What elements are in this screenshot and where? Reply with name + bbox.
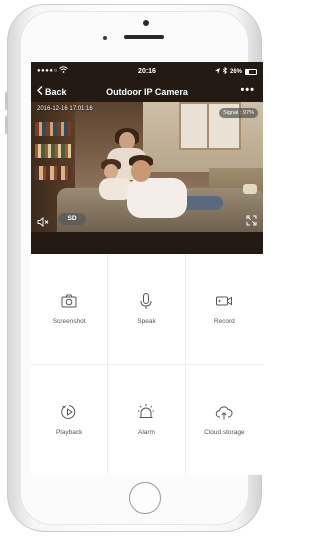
signal-badge: Signal : 97%: [219, 108, 258, 118]
video-window-pane: [207, 102, 209, 150]
video-book: [35, 144, 71, 158]
video-record-icon: [216, 296, 233, 306]
home-button[interactable]: [129, 482, 161, 514]
fullscreen-icon[interactable]: [246, 213, 257, 226]
status-bar: ●●●●○ 20:16 26%: [31, 62, 263, 82]
quality-toggle-button[interactable]: SD: [58, 213, 86, 225]
video-person: [127, 178, 187, 218]
app-screen: ●●●●○ 20:16 26% Back Outdoor IP Camera •…: [31, 62, 263, 475]
cloud-storage-button[interactable]: Cloud storage: [186, 365, 263, 476]
playback-button[interactable]: Playback: [31, 364, 109, 475]
video-timestamp: 2016-12-16 17:01:16: [37, 106, 93, 112]
location-icon: [214, 67, 220, 76]
alarm-button[interactable]: Alarm: [108, 364, 186, 475]
video-person: [104, 164, 118, 179]
volume-button: [5, 116, 8, 134]
video-book: [35, 166, 71, 180]
cloud-storage-icon: [216, 406, 233, 420]
back-button[interactable]: Back: [37, 86, 67, 97]
status-right: 26%: [214, 66, 257, 76]
microphone-icon: [140, 293, 152, 310]
speak-button[interactable]: Speak: [108, 254, 186, 365]
navigation-bar: Back Outdoor IP Camera •••: [31, 82, 263, 102]
back-label: Back: [45, 86, 67, 97]
front-camera: [103, 36, 107, 40]
action-label: Record: [213, 318, 235, 326]
mute-icon[interactable]: [37, 214, 49, 227]
battery-icon: [245, 68, 257, 75]
live-video-feed[interactable]: 2016-12-16 17:01:16 Signal : 97% SD: [31, 102, 263, 232]
video-book: [35, 122, 71, 136]
video-person: [131, 160, 151, 182]
video-lamp: [243, 184, 257, 194]
screenshot-button[interactable]: Screenshot: [31, 254, 109, 365]
action-label: Cloud storage: [204, 429, 245, 437]
bluetooth-icon: [222, 66, 228, 76]
action-grid: Screenshot Speak Record Playback Alarm C…: [31, 254, 263, 475]
action-label: Playback: [55, 429, 83, 437]
earpiece-speaker: [124, 35, 164, 39]
record-button[interactable]: Record: [185, 254, 263, 365]
alarm-icon: [138, 404, 155, 419]
action-label: Speak: [137, 318, 156, 326]
proximity-sensor: [143, 20, 149, 26]
volume-button: [5, 92, 8, 110]
battery-percent: 26%: [229, 68, 242, 75]
video-control-strip: [31, 232, 263, 254]
playback-icon: [61, 405, 76, 420]
action-label: Alarm: [138, 429, 155, 437]
chevron-left-icon: [37, 86, 43, 97]
camera-icon: [61, 294, 77, 308]
more-menu-button[interactable]: •••: [240, 84, 255, 96]
action-label: Screenshot: [52, 318, 86, 326]
